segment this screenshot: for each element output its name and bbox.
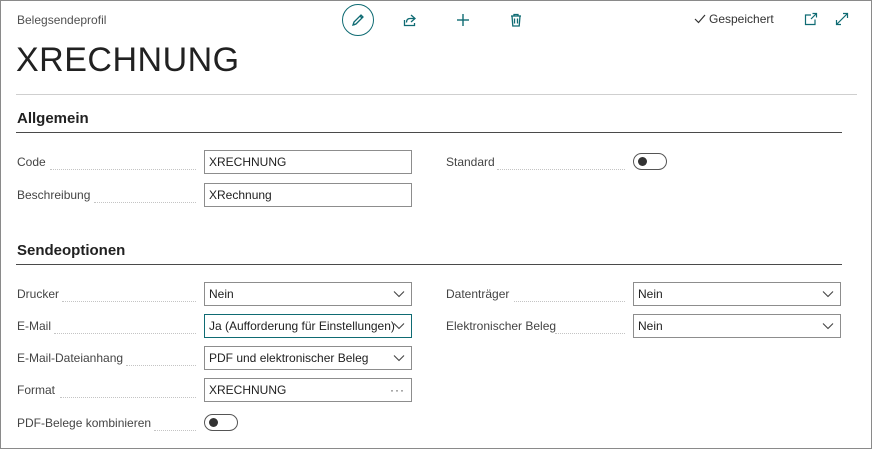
saved-status-label: Gespeichert [709,12,774,26]
checkmark-icon [694,14,706,24]
expand-button[interactable] [833,10,851,28]
electronic-doc-dots [555,318,625,334]
toggle-knob [209,418,218,427]
code-label: Code [17,155,46,169]
electronic-doc-value: Nein [638,319,663,333]
section-rule-send-options [16,264,842,265]
email-attachment-value: PDF und elektronischer Beleg [209,351,369,365]
disk-value: Nein [638,287,663,301]
breadcrumb[interactable]: Belegsendeprofil [17,13,106,27]
email-attachment-label: E-Mail-Dateianhang [17,351,124,365]
format-dots [60,382,196,398]
share-button[interactable] [400,10,420,30]
combine-pdf-label: PDF-Belege kombinieren [17,416,152,430]
share-icon [403,14,416,27]
description-field[interactable]: XRechnung [204,183,412,207]
popout-icon [804,12,818,26]
electronic-doc-select[interactable]: Nein [633,314,841,338]
printer-select[interactable]: Nein [204,282,412,306]
header-divider [16,94,857,95]
chevron-down-icon [393,355,405,362]
edit-button[interactable] [342,4,374,36]
chevron-down-icon [393,323,405,330]
email-select[interactable]: Ja (Aufforderung für Einstellungen) [204,314,412,338]
format-lookup[interactable]: XRECHNUNG ··· [204,378,412,402]
section-title-general[interactable]: Allgemein [17,110,89,127]
electronic-doc-label: Elektronischer Beleg [446,319,557,333]
toggle-knob [638,157,647,166]
ellipsis-icon[interactable]: ··· [390,379,405,401]
email-value: Ja (Aufforderung für Einstellungen) [209,319,395,333]
pencil-icon [351,14,364,27]
description-label: Beschreibung [17,188,91,202]
page-title: XRECHNUNG [16,41,240,79]
add-button[interactable] [453,10,473,30]
plus-icon [457,14,469,26]
code-dots [50,154,196,170]
default-toggle[interactable] [633,153,667,170]
saved-status: Gespeichert [693,12,774,26]
chevron-down-icon [393,291,405,298]
default-dots [497,154,625,170]
section-rule-general [16,132,842,133]
section-title-send-options[interactable]: Sendeoptionen [17,242,125,259]
email-label: E-Mail [17,319,52,333]
code-field[interactable]: XRECHNUNG [204,150,412,174]
email-dots [54,318,196,334]
chevron-down-icon [822,323,834,330]
delete-button[interactable] [506,10,526,30]
description-dots [94,187,196,203]
expand-icon [835,12,849,26]
disk-dots [514,286,625,302]
printer-label: Drucker [17,287,60,301]
disk-select[interactable]: Nein [633,282,841,306]
format-label: Format [17,383,56,397]
printer-value: Nein [209,287,234,301]
printer-dots [62,286,196,302]
email-attachment-select[interactable]: PDF und elektronischer Beleg [204,346,412,370]
default-label: Standard [446,155,495,169]
trash-icon [511,13,521,27]
email-attachment-dots [126,350,196,366]
format-value: XRECHNUNG [209,383,287,397]
combine-pdf-toggle[interactable] [204,414,238,431]
chevron-down-icon [822,291,834,298]
popout-button[interactable] [802,10,820,28]
disk-label: Datenträger [446,287,510,301]
combine-pdf-dots [154,415,196,431]
